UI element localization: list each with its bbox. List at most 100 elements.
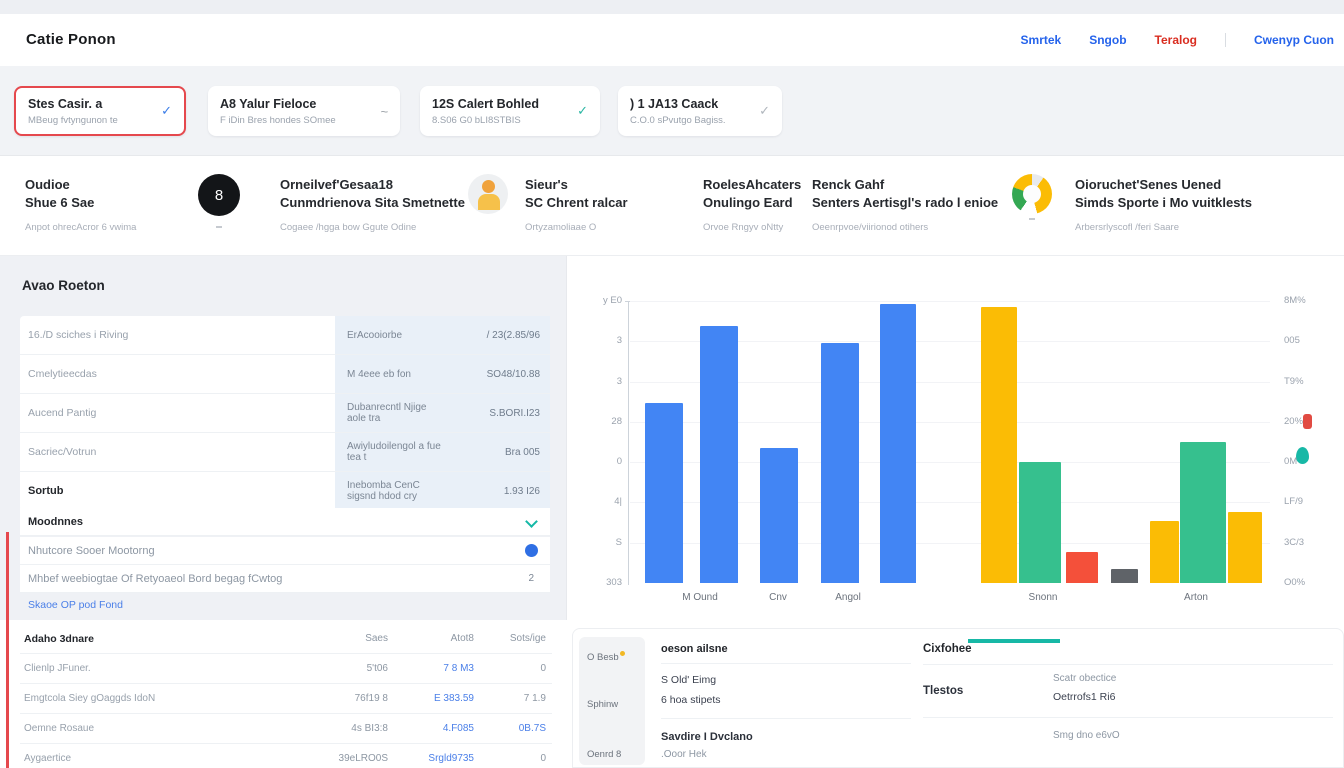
cell-name: Aygaertice bbox=[20, 753, 322, 764]
row-label: Sacriec/Votrun bbox=[20, 433, 335, 471]
feature-subtitle: Ortyzamoliaae O bbox=[525, 222, 628, 233]
monitor-row[interactable]: Nhutcore Sooer Mootorng bbox=[20, 537, 550, 565]
stat-card-selected[interactable]: Stes Casir. a MBeug fvtyngunon te ✓ bbox=[14, 86, 186, 136]
x-axis-tick: Arton bbox=[1184, 592, 1208, 603]
row-label: Sortub bbox=[20, 472, 335, 510]
bottom-middle-content: oeson ailsne S Old' Eimg 6 hoa stipets S… bbox=[661, 637, 911, 760]
footer-text: Smg dno e6vO bbox=[923, 718, 1333, 741]
collapse-label: Moodnnes bbox=[28, 516, 83, 528]
bottom-right-panel: Cixfohee Tlestos Scatr obectice Oetrrofs… bbox=[923, 637, 1333, 741]
app-header: Catie Ponon Smrtek Sngob Teralog Cwenyp … bbox=[0, 14, 1344, 67]
table-row: Emgtcola Siey gOaggds IdoN 76f19 8 E 383… bbox=[20, 684, 552, 714]
table-row: Aucend Pantig Dubanrecntl Njige aole tra… bbox=[20, 394, 550, 433]
chart-bar-blue bbox=[821, 343, 859, 583]
collapse-row[interactable]: Moodnnes bbox=[20, 508, 550, 536]
cell-atot-link[interactable]: E 383.59 bbox=[394, 693, 480, 704]
cell-saes: 39eLRO0S bbox=[322, 753, 394, 764]
feature-title-2: Cunmdrienova Sita Smetnette bbox=[280, 195, 465, 210]
sidebar-item-2[interactable]: Sphinw bbox=[587, 699, 618, 710]
chart-bar-blue bbox=[645, 403, 683, 583]
x-axis-tick: Cnv bbox=[769, 592, 787, 603]
feature-item-2: Orneilvef'Gesaa18 Cunmdrienova Sita Smet… bbox=[280, 176, 465, 233]
feature-subtitle: Arbersrlyscofl /feri Saare bbox=[1075, 222, 1252, 233]
nav-link-2[interactable]: Sngob bbox=[1089, 33, 1126, 47]
stat-card-4[interactable]: ) 1 JA13 Caack C.O.0 sPvutgo Bagiss. ✓ bbox=[618, 86, 782, 136]
cell-sots: 7 1.9 bbox=[480, 693, 552, 704]
row-key: Dubanrecntl Njige aole tra bbox=[335, 394, 448, 432]
red-accent-bar bbox=[6, 532, 9, 768]
entry-line: 6 hoa stipets bbox=[661, 686, 911, 719]
link-row[interactable]: Skaoe OP pod Fond bbox=[20, 592, 550, 618]
x-axis-tick: Snonn bbox=[1029, 592, 1058, 603]
count-badge: 2 bbox=[528, 573, 534, 584]
card-subtitle: F iDin Bres hondes SOmee bbox=[220, 115, 336, 126]
cell-atot-link[interactable]: 7 8 M3 bbox=[394, 663, 480, 674]
y-axis-tick-left: 4| bbox=[582, 496, 622, 507]
feature-subtitle: Anpot ohrecAcror 6 vwima bbox=[25, 222, 136, 233]
feature-title: Oudioe bbox=[25, 177, 70, 192]
table-row: Oemne Rosaue 4s BI3:8 4.F085 0B.7S bbox=[20, 714, 552, 744]
x-axis-tick: M Ound bbox=[682, 592, 718, 603]
col-header: Sots/ige bbox=[480, 633, 552, 644]
cell-name: Oemne Rosaue bbox=[20, 723, 322, 734]
cell-saes: 4s BI3:8 bbox=[322, 723, 394, 734]
status-dot-icon[interactable] bbox=[525, 544, 538, 557]
option-row[interactable]: Mhbef weebiogtae Of Retyoaeol Bord begag… bbox=[20, 565, 550, 593]
row-key: M 4eee eb fon bbox=[335, 355, 448, 393]
y-axis-tick-right: 8M% bbox=[1284, 295, 1328, 306]
cell-sots-link[interactable]: 0B.7S bbox=[480, 723, 552, 734]
stat-card-2[interactable]: A8 Yalur Fieloce F iDin Bres hondes SOme… bbox=[208, 86, 400, 136]
feature-title: Sieur's bbox=[525, 177, 568, 192]
sidebar-item-3[interactable]: Oenrd 8 bbox=[587, 749, 621, 760]
y-axis-tick-left: 303 bbox=[582, 577, 622, 588]
table-row: Sortub Inebomba CenC sigsnd hdod cry 1.9… bbox=[20, 472, 550, 511]
mini-sidebar: O Besb Sphinw Oenrd 8 bbox=[579, 637, 645, 765]
feature-title: RoelesAhcaters bbox=[703, 177, 801, 192]
brand-title: Catie Ponon bbox=[26, 31, 116, 48]
card-title: 12S Calert Bohled bbox=[432, 97, 539, 112]
chart-bar-red bbox=[1066, 552, 1098, 583]
stat-card-3[interactable]: 12S Calert Bohled 8.S06 G0 bLI8STBIS ✓ bbox=[420, 86, 600, 136]
bottom-left-table: Adaho 3dnare Saes Atot8 Sots/ige Clienlp… bbox=[20, 624, 552, 768]
cell-atot-link[interactable]: 4.F085 bbox=[394, 723, 480, 734]
y-axis-tick-right: 3C/3 bbox=[1284, 537, 1328, 548]
row-value: Bra 005 bbox=[448, 433, 550, 471]
chevron-down-icon[interactable] bbox=[525, 515, 538, 528]
bottom-panels: O Besb Sphinw Oenrd 8 oeson ailsne S Old… bbox=[572, 628, 1344, 768]
option-label: Mhbef weebiogtae Of Retyoaeol Bord begag… bbox=[28, 573, 282, 585]
feature-title: Renck Gahf bbox=[812, 177, 884, 192]
pie-chart-icon bbox=[1012, 174, 1052, 214]
chart-plot bbox=[630, 301, 1270, 583]
notification-dot-icon bbox=[620, 651, 625, 656]
y-axis-tick-left: y E0 bbox=[582, 295, 622, 306]
avatar-label: 8 bbox=[215, 187, 223, 204]
chart-bar-gray bbox=[1111, 569, 1138, 583]
nav-link-3[interactable]: Teralog bbox=[1155, 33, 1197, 47]
feature-title: Orneilvef'Gesaa18 bbox=[280, 177, 393, 192]
teal-marker-bar bbox=[968, 639, 1060, 643]
cell-saes: 76f19 8 bbox=[322, 693, 394, 704]
row-key: Inebomba CenC sigsnd hdod cry bbox=[335, 472, 448, 510]
feature-title-2: Onulingo Eard bbox=[703, 195, 793, 210]
nav-link-4[interactable]: Cwenyp Cuon bbox=[1254, 33, 1334, 47]
row-value: 1.93 I26 bbox=[448, 472, 550, 510]
row-label: Tlestos bbox=[923, 673, 1053, 703]
row-label: 16./D sciches i Riving bbox=[20, 316, 335, 354]
col-header: Saes bbox=[322, 633, 394, 644]
card-title: ) 1 JA13 Caack bbox=[630, 97, 726, 112]
avatar-person-icon bbox=[468, 174, 508, 214]
feature-title-2: Simds Sporte i Mo vuitklests bbox=[1075, 195, 1252, 210]
entry-line: Savdire I Dvclano bbox=[661, 719, 911, 743]
check-icon: ✓ bbox=[577, 103, 588, 119]
panel-link[interactable]: Skaoe OP pod Fond bbox=[28, 599, 123, 611]
y-axis-tick-left: 3 bbox=[582, 335, 622, 346]
cell-atot-link[interactable]: Srgld9735 bbox=[394, 753, 480, 764]
value-caption: Scatr obectice bbox=[1053, 673, 1333, 684]
chart-bar-green bbox=[1180, 442, 1226, 583]
card-subtitle: 8.S06 G0 bLI8STBIS bbox=[432, 115, 539, 126]
card-title: Stes Casir. a bbox=[28, 97, 118, 112]
y-axis-tick-right: T9% bbox=[1284, 376, 1328, 387]
feature-subtitle: Oeenrpvoe/viirionod otihers bbox=[812, 222, 998, 233]
sidebar-item-1[interactable]: O Besb bbox=[587, 651, 625, 663]
nav-link-1[interactable]: Smrtek bbox=[1021, 33, 1062, 47]
